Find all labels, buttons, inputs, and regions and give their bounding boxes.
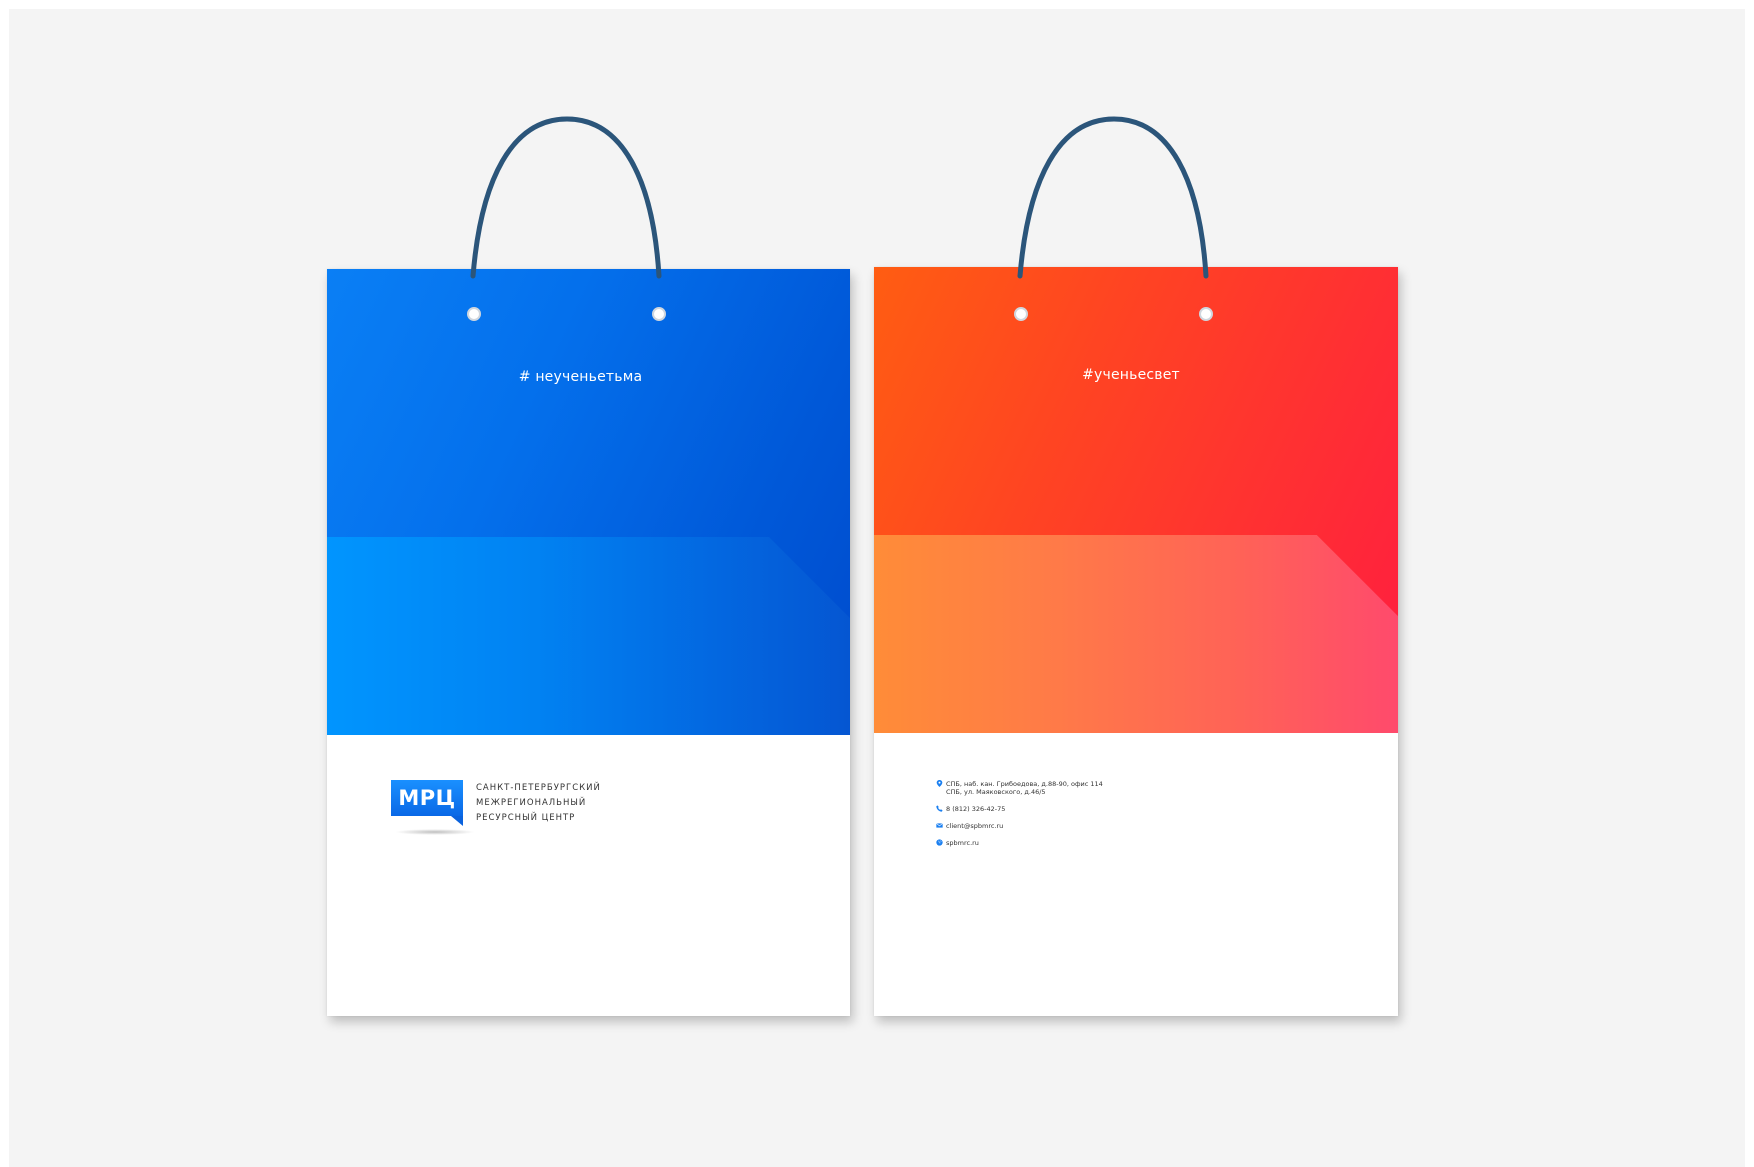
grommet-left-icon: [1014, 307, 1028, 321]
bag-handle-icon: [470, 116, 662, 279]
website-row: spbmrc.ru: [936, 839, 1103, 847]
logo-mark: МРЦ: [391, 780, 463, 816]
logo-shadow: [395, 829, 475, 835]
shopping-bag-blue: # неученьетьма МРЦ САНКТ-ПЕТЕРБУРГСКИЙ М…: [327, 116, 850, 1016]
website-text: spbmrc.ru: [946, 839, 979, 847]
address-line-2: СПБ, ул. Маяковского, д.46/5: [946, 788, 1046, 796]
globe-icon: [936, 839, 943, 846]
grommet-left-icon: [467, 307, 481, 321]
bag-hashtag: #ученьесвет: [1082, 367, 1180, 383]
logo-line: САНКТ-ПЕТЕРБУРГСКИЙ: [476, 783, 601, 793]
location-pin-icon: [936, 780, 943, 787]
logo-line: МЕЖРЕГИОНАЛЬНЫЙ: [476, 798, 587, 808]
logo-line: РЕСУРСНЫЙ ЦЕНТР: [476, 813, 576, 823]
phone-row: 8 (812) 326-42-75: [936, 805, 1103, 813]
mockup-canvas: # неученьетьма МРЦ САНКТ-ПЕТЕРБУРГСКИЙ М…: [9, 9, 1745, 1167]
email-text: client@spbmrc.ru: [946, 822, 1004, 830]
bag-color-band: [874, 535, 1398, 733]
phone-text: 8 (812) 326-42-75: [946, 805, 1006, 813]
phone-icon: [936, 805, 943, 812]
mrc-logo: МРЦ САНКТ-ПЕТЕРБУРГСКИЙ МЕЖРЕГИОНАЛЬНЫЙ …: [391, 780, 691, 860]
address-row: СПБ, наб. кан. Грибоедова, д.88-90, офис…: [936, 780, 1103, 796]
contact-block: СПБ, наб. кан. Грибоедова, д.88-90, офис…: [936, 780, 1103, 856]
bag-color-band: [327, 537, 850, 735]
bag-color-panel: # неученьетьма: [327, 269, 850, 735]
bag-handle-icon: [1017, 116, 1209, 279]
email-row: client@spbmrc.ru: [936, 822, 1103, 830]
grommet-right-icon: [652, 307, 666, 321]
bag-color-panel: #ученьесвет: [874, 267, 1398, 733]
mail-icon: [936, 823, 943, 828]
logo-speech-tail-icon: [451, 816, 463, 826]
grommet-right-icon: [1199, 307, 1213, 321]
logo-wordmark: САНКТ-ПЕТЕРБУРГСКИЙ МЕЖРЕГИОНАЛЬНЫЙ РЕСУ…: [476, 781, 601, 826]
shopping-bag-red: #ученьесвет СПБ, наб. кан. Грибоедова, д…: [874, 116, 1398, 1016]
bag-hashtag: # неученьетьма: [518, 369, 643, 385]
address-line-1: СПБ, наб. кан. Грибоедова, д.88-90, офис…: [946, 780, 1103, 788]
